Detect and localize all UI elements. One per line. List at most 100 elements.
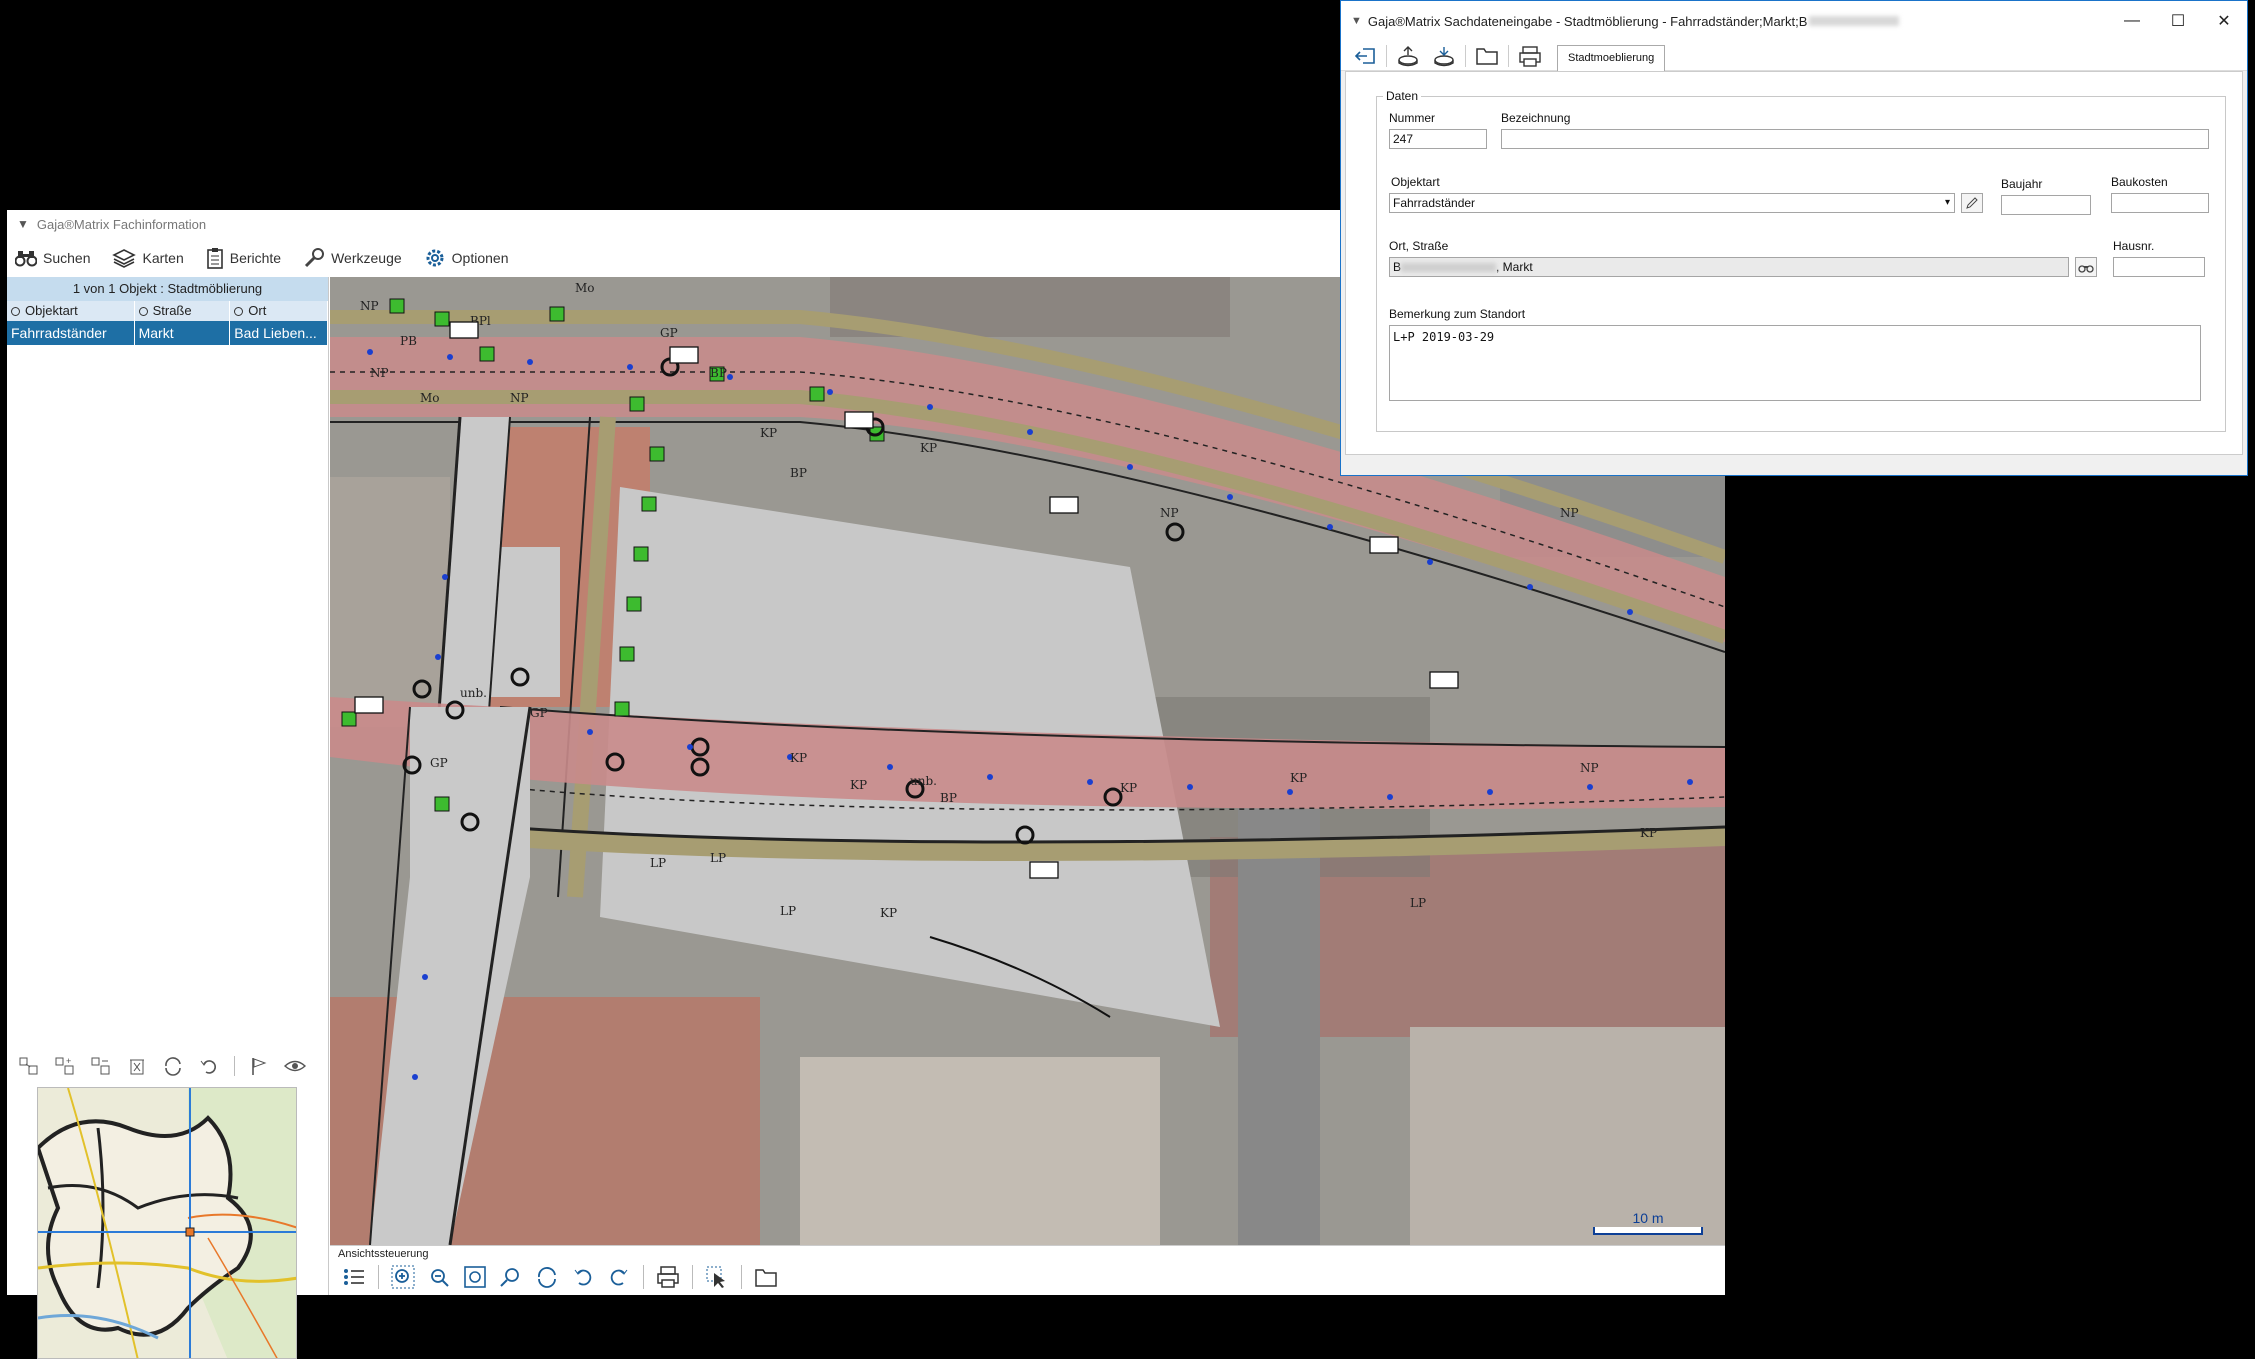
next-view-button[interactable]: [601, 1261, 637, 1293]
svg-text:NP: NP: [370, 366, 389, 380]
bezeichnung-field[interactable]: [1501, 129, 2209, 149]
overview-map[interactable]: [37, 1087, 297, 1359]
undo-icon: [574, 1269, 592, 1286]
nummer-field[interactable]: [1389, 129, 1487, 149]
flag-button[interactable]: [241, 1052, 277, 1080]
exit-button[interactable]: [1347, 42, 1383, 70]
open-folder-button[interactable]: [748, 1261, 784, 1293]
objektart-select[interactable]: Fahrradständer ▾: [1389, 193, 1955, 213]
close-button[interactable]: ✕: [2201, 1, 2247, 41]
print-button[interactable]: [650, 1261, 686, 1293]
column-header-strasse[interactable]: Straße: [135, 301, 231, 321]
options-button[interactable]: Optionen: [420, 242, 513, 274]
zoom-extent-button[interactable]: [457, 1261, 493, 1293]
database-download-icon: [1434, 46, 1454, 66]
tools-label: Werkzeuge: [331, 250, 402, 266]
clipboard-icon: [206, 248, 223, 269]
tab-stadtmoeblierung[interactable]: Stadtmoeblierung: [1557, 45, 1666, 71]
dialog-title-bar: ▼ Gaja®Matrix Sachdateneingabe - Stadtmö…: [1341, 1, 2247, 41]
table-row[interactable]: Fahrradständer Markt Bad Lieben...: [7, 321, 328, 345]
main-window-title: Gaja®Matrix Fachinformation: [36, 216, 207, 232]
zoom-selection-button[interactable]: [493, 1261, 529, 1293]
toolbar-divider: [378, 1265, 379, 1289]
bemerkung-textarea[interactable]: L+P 2019-03-29: [1389, 325, 2201, 401]
reports-button[interactable]: Berichte: [202, 242, 285, 274]
svg-text:BP: BP: [710, 366, 727, 380]
sort-radio-icon: [11, 306, 20, 316]
baujahr-field[interactable]: [2001, 195, 2091, 215]
print-button[interactable]: [1512, 42, 1548, 70]
svg-text:unb.: unb.: [910, 774, 937, 788]
wrench-icon: [305, 248, 325, 268]
svg-text:KP: KP: [1290, 771, 1307, 785]
column-header-ort[interactable]: Ort: [230, 301, 328, 321]
search-button[interactable]: Suchen: [11, 242, 94, 274]
column-header-objektart[interactable]: Objektart: [7, 301, 135, 321]
toolbar-divider: [1465, 44, 1466, 67]
exit-icon: [1354, 47, 1375, 64]
previous-view-button[interactable]: [565, 1261, 601, 1293]
options-label: Optionen: [451, 250, 509, 266]
maps-button[interactable]: Karten: [108, 242, 187, 274]
zoom-out-icon: [431, 1269, 449, 1287]
save-database-button[interactable]: [1390, 42, 1426, 70]
svg-text:LP: LP: [650, 856, 666, 870]
minimize-button[interactable]: —: [2109, 1, 2155, 41]
select-tool-button[interactable]: [699, 1261, 735, 1293]
binoculars-icon: [2078, 265, 2094, 273]
hausnr-label: Hausnr.: [2113, 239, 2155, 253]
svg-text:PB: PB: [400, 334, 417, 348]
select-remove-button[interactable]: [83, 1052, 119, 1080]
nummer-label: Nummer: [1389, 111, 1436, 125]
refresh-button[interactable]: [155, 1052, 191, 1080]
sort-radio-icon: [138, 306, 148, 316]
scale-bar-graphic: [1593, 1227, 1703, 1235]
redacted-text: [1809, 16, 1900, 26]
bezeichnung-label: Bezeichnung: [1501, 111, 1571, 125]
maps-label: Karten: [142, 250, 184, 266]
printer-icon: [1519, 45, 1541, 67]
legend-button[interactable]: [336, 1261, 372, 1293]
refresh-icon: [165, 1057, 181, 1076]
refresh-icon: [538, 1267, 556, 1288]
undo-button[interactable]: [191, 1052, 227, 1080]
load-database-button[interactable]: [1426, 42, 1462, 70]
open-folder-button[interactable]: [1469, 42, 1505, 70]
overview-map-graphic: [38, 1088, 296, 1358]
refresh-map-button[interactable]: [529, 1261, 565, 1293]
close-icon: ✕: [2217, 13, 2231, 30]
tools-button[interactable]: Werkzeuge: [299, 242, 406, 274]
toolbar-divider: [741, 1265, 742, 1289]
maximize-icon: ☐: [2170, 13, 2186, 30]
select-single-button[interactable]: [11, 1052, 47, 1080]
visibility-button[interactable]: [277, 1052, 313, 1080]
scale-label: 10 m: [1632, 1210, 1664, 1226]
hausnr-field[interactable]: [2113, 257, 2205, 277]
zoom-selection-icon: [500, 1268, 519, 1287]
cursor-icon: [706, 1266, 725, 1288]
redo-icon: [610, 1269, 628, 1286]
edit-objektart-button[interactable]: [1961, 193, 1983, 213]
result-column-headers: Objektart Straße Ort: [7, 301, 328, 321]
view-control-label: Ansichtssteuerung: [338, 1248, 429, 1260]
svg-text:LP: LP: [710, 851, 726, 865]
redacted-text: [1401, 263, 1497, 273]
search-address-button[interactable]: [2075, 257, 2097, 277]
baukosten-field[interactable]: [2111, 193, 2209, 213]
svg-text:KP: KP: [850, 778, 867, 792]
app-logo-icon: ▼: [1351, 15, 1362, 27]
maximize-button[interactable]: ☐: [2155, 1, 2201, 41]
folder-icon: [755, 1269, 777, 1287]
clear-selection-button[interactable]: [119, 1052, 155, 1080]
select-add-button[interactable]: +: [47, 1052, 83, 1080]
svg-text:GP: GP: [530, 706, 548, 720]
folder-icon: [1476, 47, 1498, 65]
sort-radio-icon: [234, 306, 244, 316]
svg-text:LP: LP: [1410, 896, 1426, 910]
zoom-in-button[interactable]: [385, 1261, 421, 1293]
svg-text:NP: NP: [1160, 506, 1179, 520]
zoom-out-button[interactable]: [421, 1261, 457, 1293]
result-count-header: 1 von 1 Objekt : Stadtmöblierung: [7, 277, 328, 301]
baujahr-label: Baujahr: [2001, 177, 2043, 191]
ort-strasse-field: B, Markt: [1389, 257, 2069, 277]
